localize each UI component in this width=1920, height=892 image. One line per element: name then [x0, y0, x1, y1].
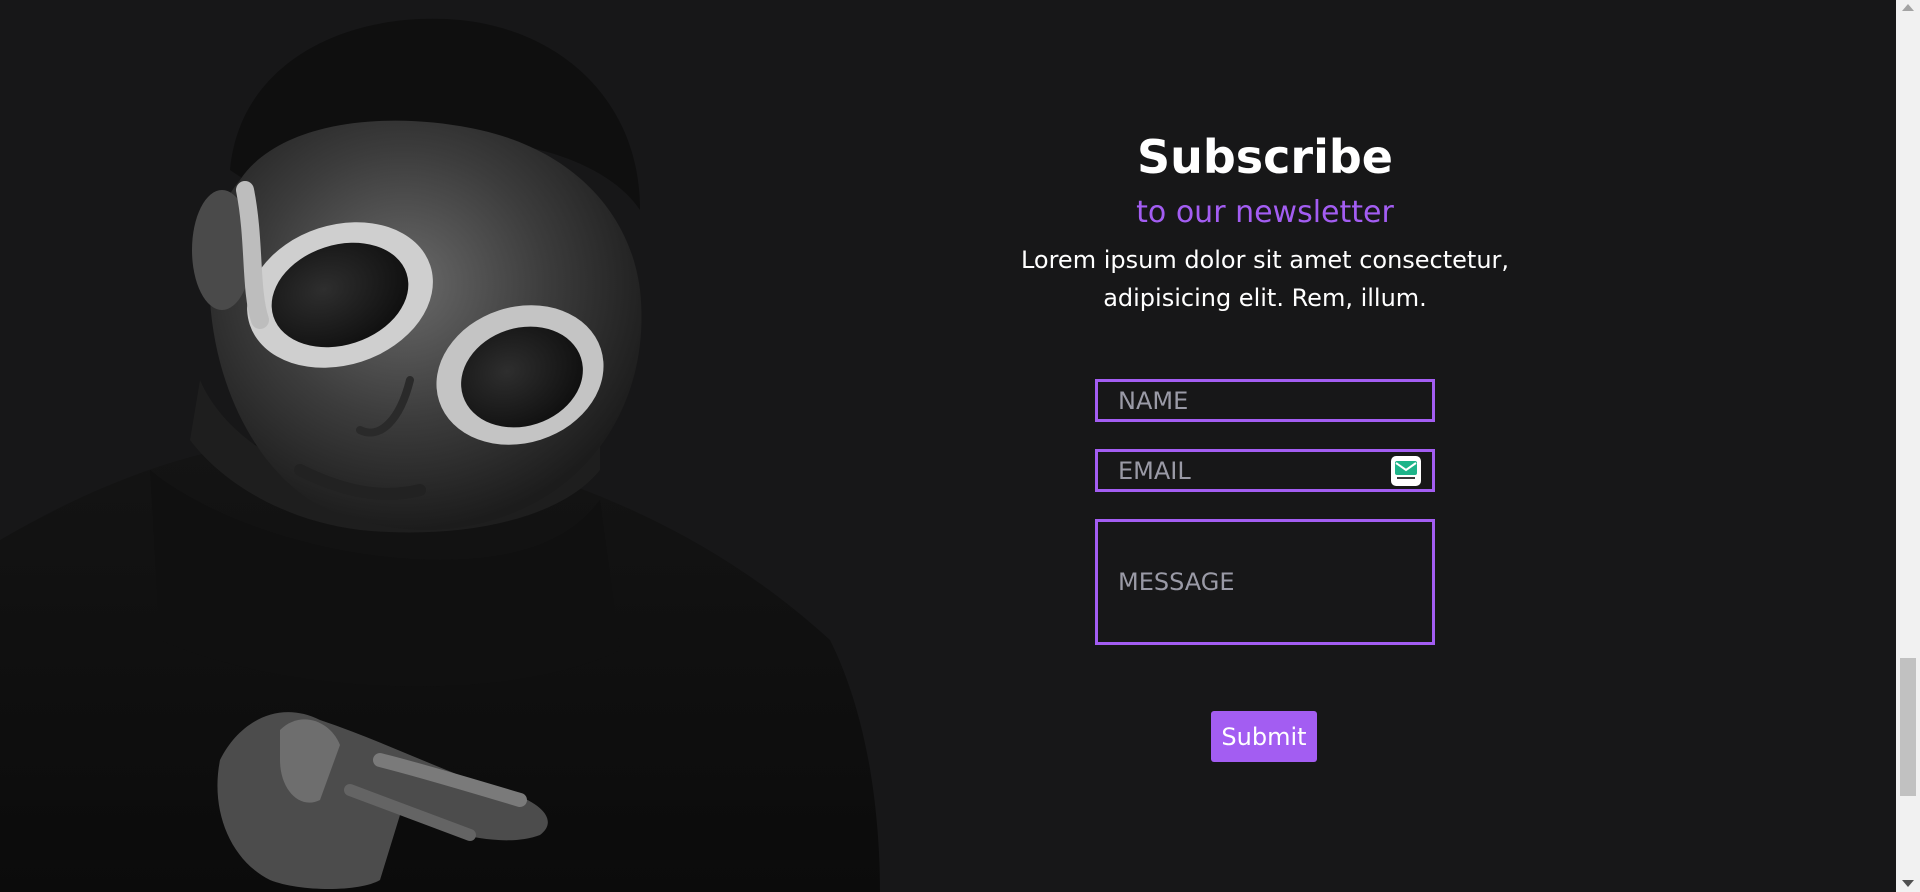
scroll-down-arrow-icon[interactable]	[1902, 880, 1914, 887]
hero-portrait-image	[0, 0, 900, 892]
message-textarea[interactable]	[1098, 522, 1432, 642]
message-field	[1095, 519, 1435, 645]
description-line-2: adipisicing elit. Rem, illum.	[1103, 284, 1427, 312]
newsletter-description: Lorem ipsum dolor sit amet consectetur, …	[1010, 241, 1520, 317]
submit-button[interactable]: Submit	[1211, 711, 1317, 762]
scrollbar-thumb[interactable]	[1900, 658, 1916, 796]
newsletter-section: Subscribe to our newsletter Lorem ipsum …	[1010, 0, 1520, 892]
name-input[interactable]	[1098, 382, 1432, 419]
newsletter-subtitle: to our newsletter	[1136, 195, 1394, 230]
email-input[interactable]	[1098, 452, 1432, 489]
description-line-1: Lorem ipsum dolor sit amet consectetur,	[1020, 246, 1510, 274]
email-field	[1095, 449, 1435, 492]
name-field	[1095, 379, 1435, 422]
email-extension-icon[interactable]	[1391, 456, 1421, 486]
page: Subscribe to our newsletter Lorem ipsum …	[0, 0, 1896, 892]
scroll-up-arrow-icon[interactable]	[1902, 4, 1914, 11]
vertical-scrollbar[interactable]	[1896, 0, 1920, 892]
newsletter-title: Subscribe	[1136, 130, 1394, 184]
